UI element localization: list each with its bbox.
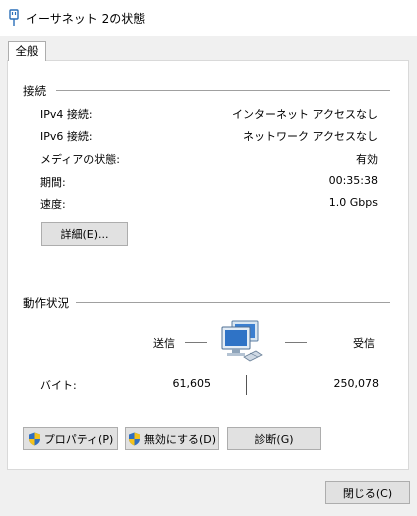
ipv4-label: IPv4 接続: xyxy=(40,108,93,121)
activity-group-divider xyxy=(76,302,390,303)
window-title: イーサネット 2の状態 xyxy=(26,12,146,26)
received-line xyxy=(285,342,307,343)
network-computers-icon xyxy=(221,320,263,362)
uac-shield-icon xyxy=(128,432,140,445)
close-button[interactable]: 閉じる(C) xyxy=(325,481,410,504)
activity-group-label: 動作状況 xyxy=(23,296,69,310)
sent-label: 送信 xyxy=(153,337,175,350)
sent-line xyxy=(185,342,207,343)
sent-bytes: 61,605 xyxy=(172,377,212,390)
bytes-label: バイト: xyxy=(40,379,77,392)
details-button[interactable]: 詳細(E)... xyxy=(41,222,128,246)
uac-shield-icon xyxy=(28,432,40,445)
ipv4-value: インターネット アクセスなし xyxy=(232,108,378,121)
tab-general[interactable]: 全般 xyxy=(8,41,46,61)
title-bar: イーサネット 2の状態 xyxy=(0,0,417,36)
connection-group-label: 接続 xyxy=(23,84,46,98)
ipv6-value: ネットワーク アクセスなし xyxy=(243,130,378,143)
disable-button-label: 無効にする(D) xyxy=(143,432,217,446)
diagnose-button-label: 診断(G) xyxy=(254,432,294,446)
received-bytes: 250,078 xyxy=(333,377,380,390)
disable-button[interactable]: 無効にする(D) xyxy=(125,427,219,450)
connection-group-divider xyxy=(56,90,390,91)
ethernet-plug-icon xyxy=(9,9,19,26)
speed-value: 1.0 Gbps xyxy=(328,196,378,209)
close-button-label: 閉じる(C) xyxy=(342,486,393,500)
media-state-label: メディアの状態: xyxy=(40,153,120,166)
duration-value: 00:35:38 xyxy=(328,174,378,187)
tab-strip: 全般 xyxy=(0,36,417,61)
media-state-value: 有効 xyxy=(356,153,378,166)
duration-label: 期間: xyxy=(40,176,66,189)
diagnose-button[interactable]: 診断(G) xyxy=(227,427,321,450)
tab-panel-general: 接続 IPv4 接続: インターネット アクセスなし IPv6 接続: ネットワ… xyxy=(7,60,409,470)
received-label: 受信 xyxy=(353,337,375,350)
properties-button-label: プロパティ(P) xyxy=(43,432,114,446)
details-button-label: 詳細(E)... xyxy=(60,228,109,241)
speed-label: 速度: xyxy=(40,198,66,211)
ipv6-label: IPv6 接続: xyxy=(40,130,93,143)
properties-button[interactable]: プロパティ(P) xyxy=(23,427,118,450)
activity-divider xyxy=(246,375,247,395)
